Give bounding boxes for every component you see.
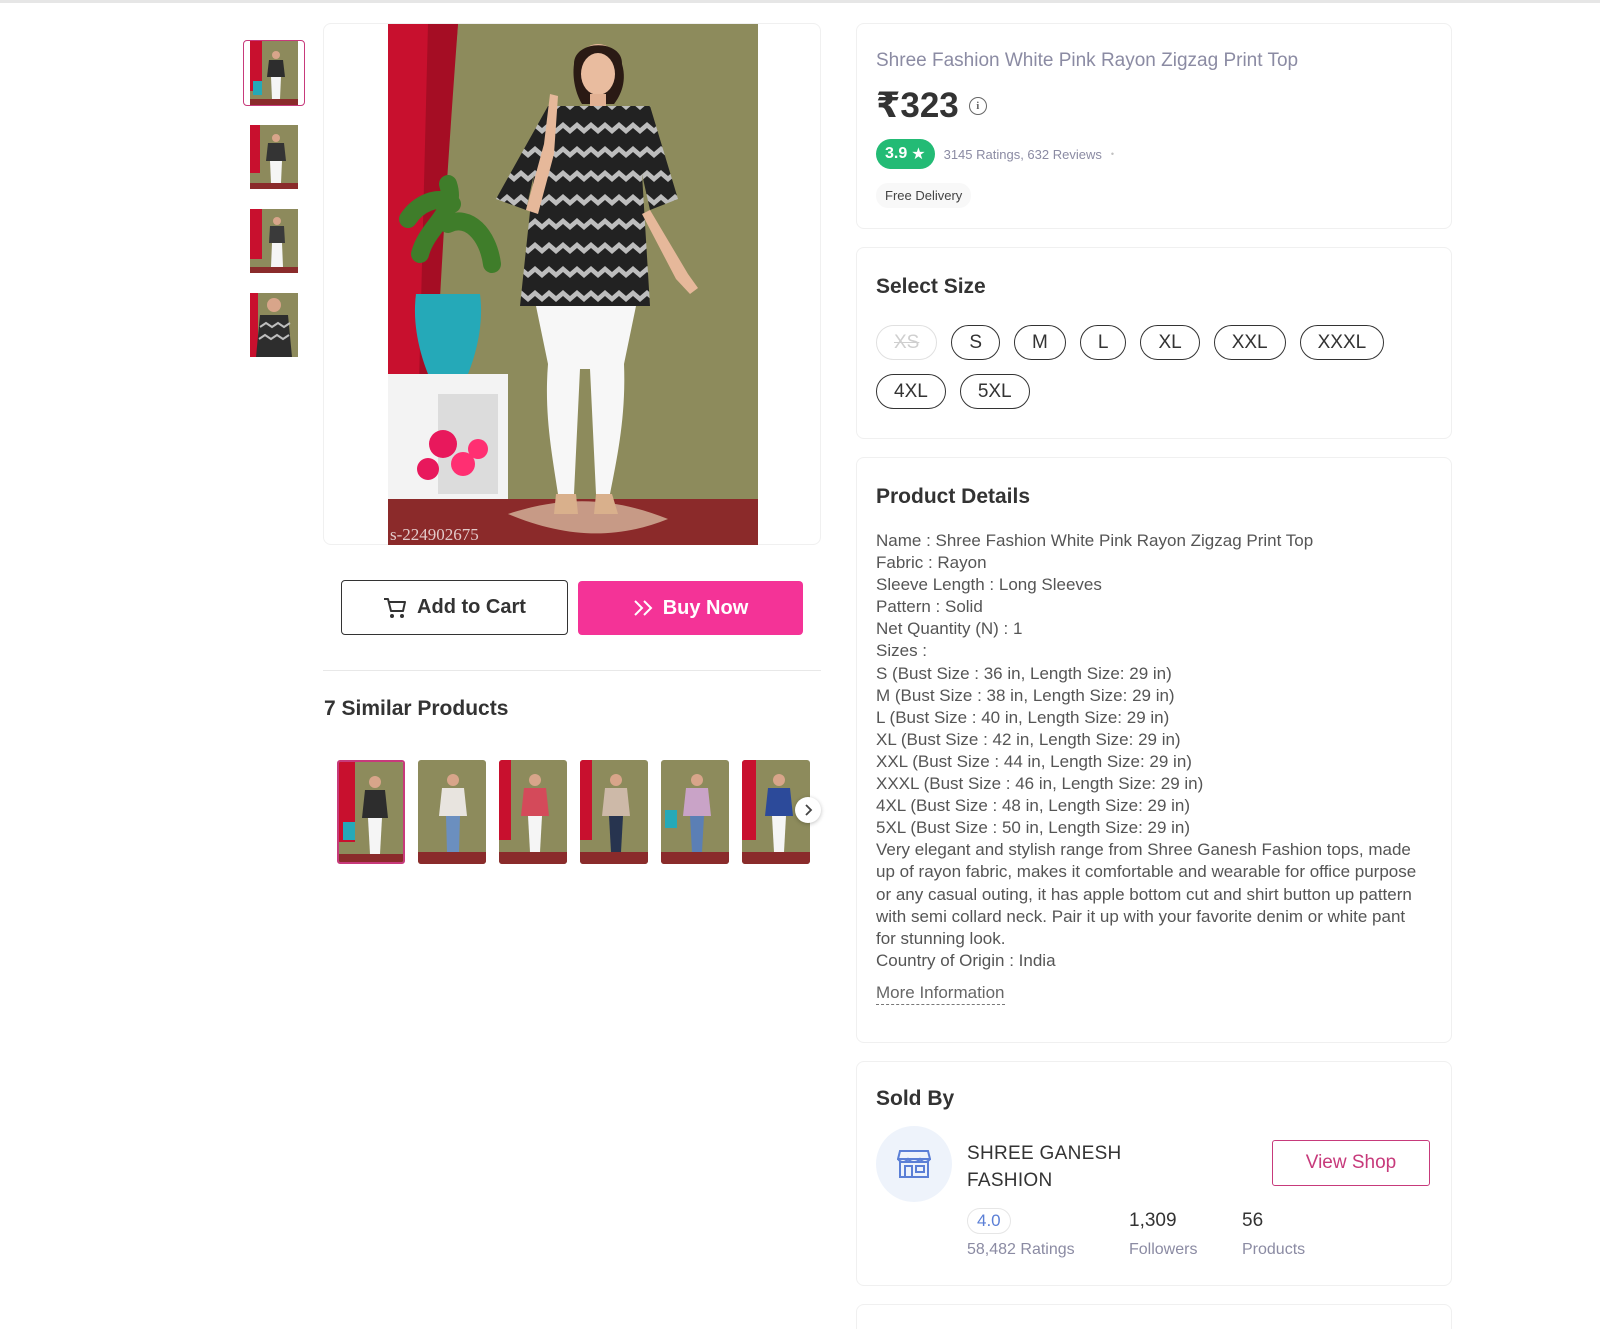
followers-label: Followers — [1129, 1241, 1198, 1258]
detail-line: 4XL (Bust Size : 48 in, Length Size: 29 … — [876, 796, 1191, 816]
detail-line: Sizes : — [876, 641, 928, 661]
image-code: s-224902675 — [390, 525, 479, 544]
buy-now-button[interactable]: Buy Now — [578, 581, 803, 635]
product-description: Very elegant and stylish range from Shre… — [876, 840, 1417, 948]
size-option-s[interactable]: S — [951, 325, 1001, 360]
size-option-xs: XS — [876, 325, 938, 360]
products-label: Products — [1242, 1241, 1306, 1258]
similar-product-image — [661, 760, 729, 864]
free-delivery-badge: Free Delivery — [876, 183, 972, 208]
shop-name[interactable]: SHREE GANESH FASHION — [967, 1140, 1167, 1194]
product-price: ₹323 i — [876, 86, 987, 126]
detail-line: XXL (Bust Size : 44 in, Length Size: 29 … — [876, 751, 1192, 771]
star-icon: ★ — [911, 146, 926, 163]
seller-card: Sold By SHREE GANESH FASHION View Shop 4… — [856, 1061, 1452, 1286]
product-details-body: Name : Shree Fashion White Pink Rayon Zi… — [876, 530, 1421, 972]
detail-line: Net Quantity (N) : 1 — [876, 619, 1023, 639]
rating-row: 3.9 ★ 3145 Ratings, 632 Reviews • — [876, 139, 1114, 169]
add-to-cart-button[interactable]: Add to Cart — [341, 580, 568, 635]
seller-rating-stat: 4.0 58,482 Ratings — [967, 1206, 1075, 1259]
seller-products-stat: 56 Products — [1242, 1206, 1305, 1259]
carousel-next-button[interactable] — [795, 797, 821, 823]
add-to-cart-label: Add to Cart — [417, 596, 526, 618]
seller-ratings-label: 58,482 Ratings — [967, 1241, 1075, 1258]
detail-line: XXXL (Bust Size : 46 in, Length Size: 29… — [876, 774, 1204, 794]
double-chevron-right-icon — [634, 600, 653, 616]
chevron-right-icon — [805, 804, 813, 816]
seller-rating-value: 4.0 — [967, 1208, 1011, 1234]
similar-product-image — [580, 760, 648, 864]
detail-line: Fabric : Rayon — [876, 553, 987, 573]
similar-product-3[interactable] — [499, 760, 567, 864]
next-section-card — [856, 1304, 1452, 1329]
thumbnail-1[interactable] — [243, 40, 305, 106]
detail-line: XL (Bust Size : 42 in, Length Size: 29 i… — [876, 729, 1181, 749]
cart-icon — [384, 597, 407, 618]
view-shop-button[interactable]: View Shop — [1272, 1140, 1430, 1186]
thumbnail-4[interactable] — [243, 292, 305, 358]
similar-product-image — [339, 762, 403, 862]
product-details-card: Product Details Name : Shree Fashion Whi… — [856, 457, 1452, 1043]
size-selector-card: Select Size XS S M L XL XXL XXXL 4XL 5XL — [856, 247, 1452, 439]
similar-product-4[interactable] — [580, 760, 648, 864]
products-value: 56 — [1242, 1210, 1264, 1231]
size-chips: XS S M L XL XXL XXXL 4XL 5XL — [876, 325, 1436, 409]
rating-badge: 3.9 ★ — [876, 139, 935, 169]
size-option-5xl[interactable]: 5XL — [959, 374, 1030, 409]
similar-products-carousel — [337, 760, 811, 865]
seller-followers-stat: 1,309 Followers — [1129, 1206, 1197, 1259]
main-product-image[interactable]: s-224902675 — [388, 24, 758, 545]
similar-product-1[interactable] — [337, 760, 405, 864]
detail-line: Sleeve Length : Long Sleeves — [876, 575, 1102, 595]
thumbnail-image — [250, 41, 298, 105]
country-of-origin: Country of Origin : India — [876, 950, 1056, 970]
thumbnail-2[interactable] — [243, 124, 305, 190]
product-title: Shree Fashion White Pink Rayon Zigzag Pr… — [876, 50, 1299, 71]
detail-line: Name : Shree Fashion White Pink Rayon Zi… — [876, 531, 1314, 550]
detail-line: S (Bust Size : 36 in, Length Size: 29 in… — [876, 663, 1172, 683]
size-option-m[interactable]: M — [1014, 325, 1066, 360]
main-image-card: s-224902675 — [323, 23, 821, 545]
divider — [323, 670, 821, 671]
size-option-xxl[interactable]: XXL — [1213, 325, 1286, 360]
shop-avatar — [876, 1126, 952, 1202]
thumbnail-3[interactable] — [243, 208, 305, 274]
dot-separator: • — [1110, 149, 1115, 159]
thumbnail-image — [250, 125, 298, 189]
size-option-4xl[interactable]: 4XL — [876, 374, 946, 409]
product-details-title: Product Details — [876, 485, 1031, 508]
top-border — [0, 0, 1600, 3]
price-value: ₹323 — [876, 86, 959, 125]
product-info-card: Shree Fashion White Pink Rayon Zigzag Pr… — [856, 23, 1452, 229]
info-icon[interactable]: i — [968, 97, 987, 115]
detail-line: L (Bust Size : 40 in, Length Size: 29 in… — [876, 707, 1170, 727]
rating-value: 3.9 — [885, 145, 908, 162]
similar-product-image — [418, 760, 486, 864]
store-icon — [897, 1150, 931, 1178]
similar-product-2[interactable] — [418, 760, 486, 864]
similar-products-title: 7 Similar Products — [324, 697, 509, 720]
thumbnail-image — [250, 209, 298, 273]
size-option-l[interactable]: L — [1079, 325, 1127, 360]
select-size-title: Select Size — [876, 275, 986, 298]
thumbnail-list — [243, 40, 307, 376]
similar-product-5[interactable] — [661, 760, 729, 864]
similar-product-image — [499, 760, 567, 864]
size-option-xxxl[interactable]: XXXL — [1299, 325, 1385, 360]
detail-line: M (Bust Size : 38 in, Length Size: 29 in… — [876, 685, 1175, 705]
buy-now-label: Buy Now — [662, 596, 749, 619]
followers-value: 1,309 — [1129, 1210, 1177, 1231]
thumbnail-image — [250, 293, 298, 357]
size-option-xl[interactable]: XL — [1140, 325, 1200, 360]
detail-line: 5XL (Bust Size : 50 in, Length Size: 29 … — [876, 818, 1191, 838]
sold-by-title: Sold By — [876, 1087, 955, 1110]
product-photo — [388, 24, 758, 545]
detail-line: Pattern : Solid — [876, 597, 983, 617]
more-information-link[interactable]: More Information — [876, 983, 1005, 1005]
ratings-count[interactable]: 3145 Ratings, 632 Reviews — [944, 147, 1102, 162]
